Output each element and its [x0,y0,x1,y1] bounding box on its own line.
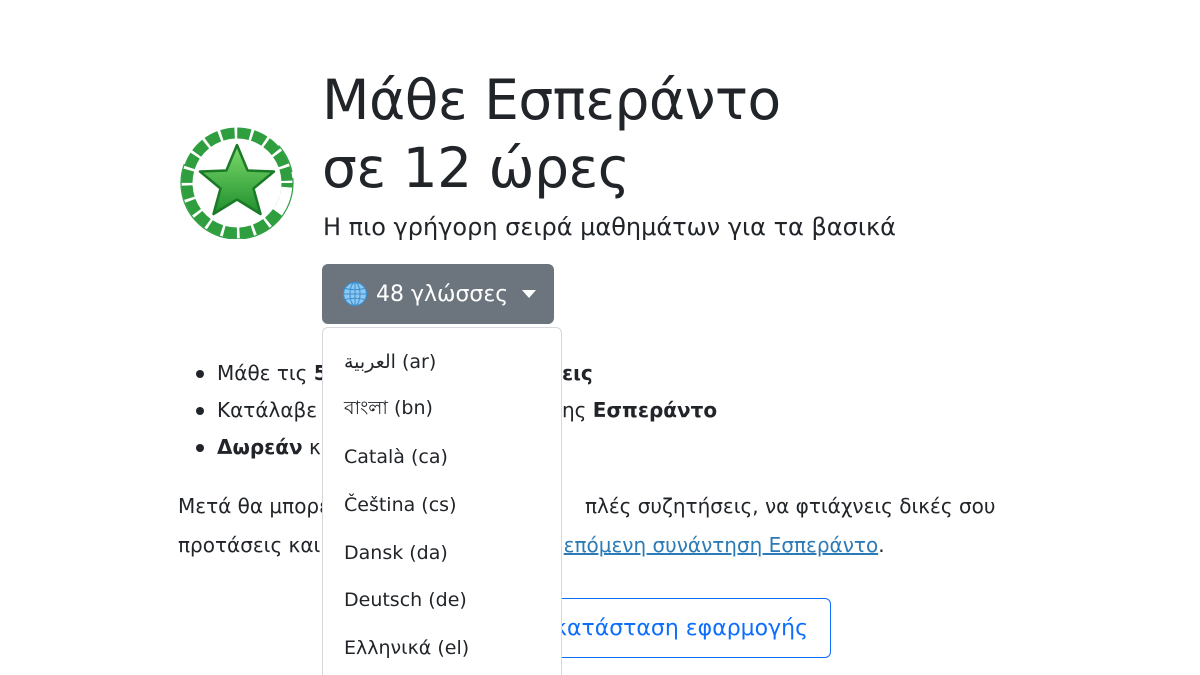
language-option[interactable]: Dansk (da) [323,529,561,577]
globe-icon [342,281,368,307]
title-line-1: Μάθε Εσπεράντο [322,68,781,132]
page-title: Μάθε Εσπεράντο σε 12 ώρες [322,66,781,202]
page-subtitle: Η πιο γρήγορη σειρά μαθημάτων για τα βασ… [323,213,896,241]
language-option[interactable]: বাংলা (bn) [323,386,561,434]
language-option[interactable]: Català (ca) [323,433,561,481]
bullet-1-tail: εις [562,361,593,385]
list-item: Κατάλαβε τ [196,392,336,429]
title-line-2: σε 12 ώρες [322,136,630,200]
languages-dropdown-button[interactable]: 48 γλώσσες [322,264,554,324]
next-meeting-link[interactable]: επόμενη συνάντηση Εσπεράντο [564,533,879,557]
bullet-2-tail: ης Εσπεράντο [562,398,718,422]
feature-list: Μάθε τις 5 Κατάλαβε τ Δωρεάν κ [196,355,336,466]
language-option[interactable]: Deutsch (de) [323,576,561,624]
list-item: Μάθε τις 5 [196,355,336,392]
languages-dropdown-menu: العربية (ar) বাংলা (bn) Català (ca) Češt… [322,327,562,675]
star-logo-icon [180,127,294,239]
language-option[interactable]: Čeština (cs) [323,481,561,529]
language-option[interactable]: العربية (ar) [323,338,561,386]
languages-button-label: 48 γλώσσες [376,281,509,307]
install-app-button-label: κατάσταση εφαρμογής [554,615,808,641]
caret-down-icon [522,290,537,298]
intro-paragraph: Μετά θα μπορε πλές συζητήσεις, να φτιάχνε… [178,494,996,557]
list-item: Δωρεάν κ [196,429,336,466]
language-option[interactable]: Ελληνικά (el) [323,624,561,672]
